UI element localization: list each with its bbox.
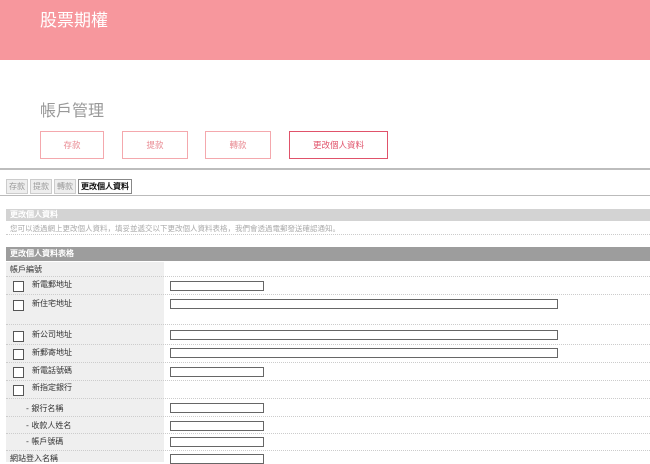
- new-mailing-address-input[interactable]: [170, 348, 558, 358]
- new-office-address-label: 新公司地址: [32, 330, 72, 339]
- new-home-address-checkbox[interactable]: [13, 300, 24, 311]
- tab-divider: [0, 195, 650, 196]
- payee-name-label: - 收款人姓名: [26, 421, 72, 430]
- online-login-label: 網站登入名稱: [10, 454, 58, 463]
- new-office-address-input[interactable]: [170, 330, 558, 340]
- header-banner: 股票期權: [0, 0, 650, 60]
- row-new-home-address: 新住宅地址: [6, 294, 650, 325]
- new-email-input[interactable]: [170, 281, 264, 291]
- new-home-address-input[interactable]: [170, 299, 558, 309]
- row-new-bank: 新指定銀行: [6, 380, 650, 399]
- deposit-button[interactable]: 存款: [40, 131, 104, 159]
- tab-transfer[interactable]: 轉款: [54, 179, 76, 194]
- update-profile-button[interactable]: 更改個人資料: [289, 131, 388, 159]
- row-online-login: 網站登入名稱: [6, 450, 650, 464]
- row-payee-name: - 收款人姓名: [6, 416, 650, 434]
- row-new-mailing-address: 新郵寄地址: [6, 344, 650, 363]
- row-new-office-address: 新公司地址: [6, 324, 650, 345]
- new-home-address-label: 新住宅地址: [32, 299, 72, 308]
- panel-heading: 更改個人資料: [6, 209, 650, 221]
- transfer-button[interactable]: 轉款: [205, 131, 271, 159]
- site-title: 股票期權: [40, 11, 108, 31]
- new-email-label: 新電郵地址: [32, 280, 72, 289]
- new-bank-label: 新指定銀行: [32, 383, 72, 392]
- tab-update-profile[interactable]: 更改個人資料: [78, 179, 132, 194]
- payee-name-input[interactable]: [170, 421, 264, 431]
- new-email-checkbox[interactable]: [13, 281, 24, 292]
- new-office-address-checkbox[interactable]: [13, 331, 24, 342]
- new-phone-label: 新電話號碼: [32, 366, 72, 375]
- bank-name-input[interactable]: [170, 403, 264, 413]
- new-mailing-address-label: 新郵寄地址: [32, 348, 72, 357]
- profile-form: 帳戶編號 新電郵地址 新住宅地址 新公司地址 新郵寄地址 新電話號碼 新指定銀行…: [6, 262, 650, 464]
- online-login-input[interactable]: [170, 454, 264, 464]
- panel-notice: 您可以透過網上更改個人資料，填妥並遞交以下更改個人資料表格，我們會透過電郵發送確…: [6, 222, 650, 235]
- bank-name-label: - 銀行名稱: [26, 404, 64, 413]
- tab-withdraw[interactable]: 提款: [30, 179, 52, 194]
- bank-account-no-label: - 帳戶號碼: [26, 437, 64, 446]
- new-mailing-address-checkbox[interactable]: [13, 349, 24, 360]
- tab-bar: 存款 提款 轉款 更改個人資料: [6, 179, 132, 194]
- form-heading: 更改個人資料表格: [6, 247, 650, 261]
- new-bank-checkbox[interactable]: [13, 385, 24, 396]
- page-title: 帳戶管理: [40, 101, 105, 120]
- bank-account-no-input[interactable]: [170, 437, 264, 447]
- row-new-phone: 新電話號碼: [6, 362, 650, 381]
- new-phone-input[interactable]: [170, 367, 264, 377]
- account-no-label: 帳戶編號: [10, 265, 42, 274]
- row-new-email: 新電郵地址: [6, 276, 650, 295]
- row-account-no: 帳戶編號: [6, 262, 650, 277]
- tab-deposit[interactable]: 存款: [6, 179, 28, 194]
- new-phone-checkbox[interactable]: [13, 367, 24, 378]
- divider: [0, 168, 650, 170]
- row-bank-account-no: - 帳戶號碼: [6, 433, 650, 451]
- withdraw-button[interactable]: 提款: [122, 131, 188, 159]
- row-bank-name: - 銀行名稱: [6, 398, 650, 417]
